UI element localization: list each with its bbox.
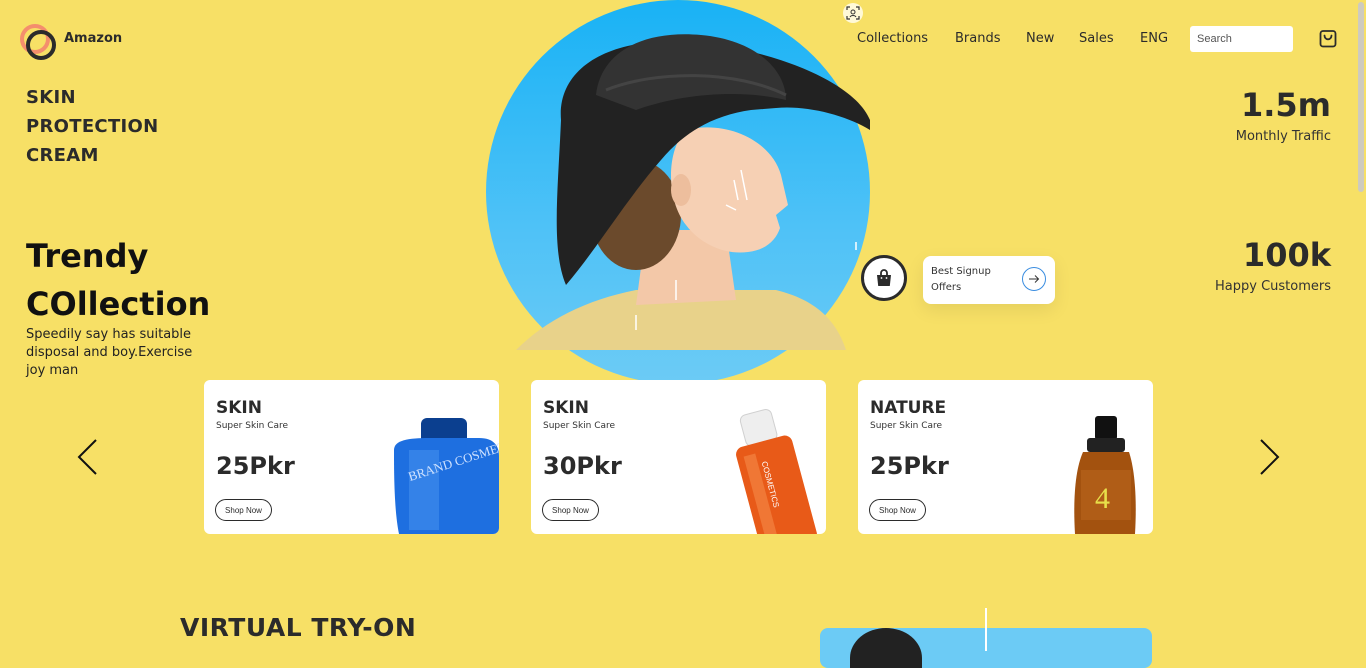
product-label: 4 bbox=[1095, 482, 1110, 515]
hero-model-image bbox=[516, 34, 870, 350]
nav-new[interactable]: New bbox=[1026, 31, 1054, 46]
shop-now-button[interactable]: Shop Now bbox=[869, 499, 926, 521]
page-scrollbar[interactable] bbox=[1356, 0, 1366, 651]
shopping-bag-icon[interactable] bbox=[1319, 29, 1337, 48]
brand-logo[interactable] bbox=[18, 22, 56, 60]
product-image-blue-jar: BRAND COSMETICS bbox=[394, 418, 499, 534]
carousel-next-button[interactable] bbox=[1257, 438, 1281, 480]
product-price: 30Pkr bbox=[543, 452, 622, 480]
product-image-orange-bottle: COSMETICS bbox=[736, 409, 817, 534]
product-title: SKIN bbox=[216, 398, 262, 418]
nav-language[interactable]: ENG bbox=[1140, 31, 1168, 46]
signup-offer-text: Best Signup Offers bbox=[931, 266, 991, 293]
stat-label-traffic: Monthly Traffic bbox=[1235, 129, 1331, 144]
divider-line bbox=[985, 608, 987, 651]
stat-value-traffic: 1.5m bbox=[1240, 86, 1331, 124]
product-title: SKIN bbox=[543, 398, 589, 418]
bag-button[interactable] bbox=[861, 255, 907, 301]
try-on-model-image bbox=[850, 628, 922, 668]
product-title: NATURE bbox=[870, 398, 947, 418]
shop-now-button[interactable]: Shop Now bbox=[215, 499, 272, 521]
arrow-right-icon[interactable] bbox=[1022, 267, 1046, 291]
scrollbar-thumb[interactable] bbox=[1358, 2, 1364, 192]
stat-label-customers: Happy Customers bbox=[1215, 279, 1331, 294]
hero-title: Trendy COllection bbox=[26, 232, 226, 328]
product-card[interactable]: SKIN Super Skin Care 30Pkr Shop Now COSM… bbox=[531, 380, 826, 534]
product-price: 25Pkr bbox=[216, 452, 295, 480]
product-subtitle: Super Skin Care bbox=[543, 421, 616, 431]
stat-value-customers: 100k bbox=[1242, 236, 1331, 274]
product-card[interactable]: NATURE Super Skin Care 25Pkr Shop Now 4 bbox=[858, 380, 1153, 534]
product-subtitle: Super Skin Care bbox=[216, 421, 289, 431]
section-title-virtual-try-on: VIRTUAL TRY-ON bbox=[180, 613, 417, 642]
hero-heading: SKIN PROTECTION CREAM bbox=[26, 83, 158, 170]
signup-offer-card[interactable]: Best Signup Offers bbox=[923, 256, 1055, 304]
carousel-prev-button[interactable] bbox=[76, 438, 100, 480]
nav-brands[interactable]: Brands bbox=[955, 31, 1001, 46]
nav-sales[interactable]: Sales bbox=[1079, 31, 1114, 46]
hero-description: Speedily say has suitable disposal and b… bbox=[26, 327, 193, 378]
hero-heading-line: SKIN bbox=[26, 87, 76, 108]
chevron-right-icon bbox=[1260, 439, 1280, 475]
chevron-left-icon bbox=[77, 439, 97, 475]
logo-ring-dark bbox=[26, 30, 56, 60]
shop-now-button[interactable]: Shop Now bbox=[542, 499, 599, 521]
brand-name[interactable]: Amazon bbox=[64, 31, 122, 46]
product-image-amber-spray: 4 bbox=[1074, 416, 1136, 534]
product-price: 25Pkr bbox=[870, 452, 949, 480]
hero-heading-line: PROTECTION bbox=[26, 116, 159, 137]
hero-title-line: COllection bbox=[26, 285, 211, 323]
hero-title-line: Trendy bbox=[26, 237, 149, 275]
bag-icon bbox=[877, 269, 891, 286]
product-card[interactable]: SKIN Super Skin Care 25Pkr Shop Now BRAN… bbox=[204, 380, 499, 534]
search-input[interactable] bbox=[1190, 26, 1293, 52]
hero-heading-line: CREAM bbox=[26, 145, 99, 166]
product-subtitle: Super Skin Care bbox=[870, 421, 943, 431]
